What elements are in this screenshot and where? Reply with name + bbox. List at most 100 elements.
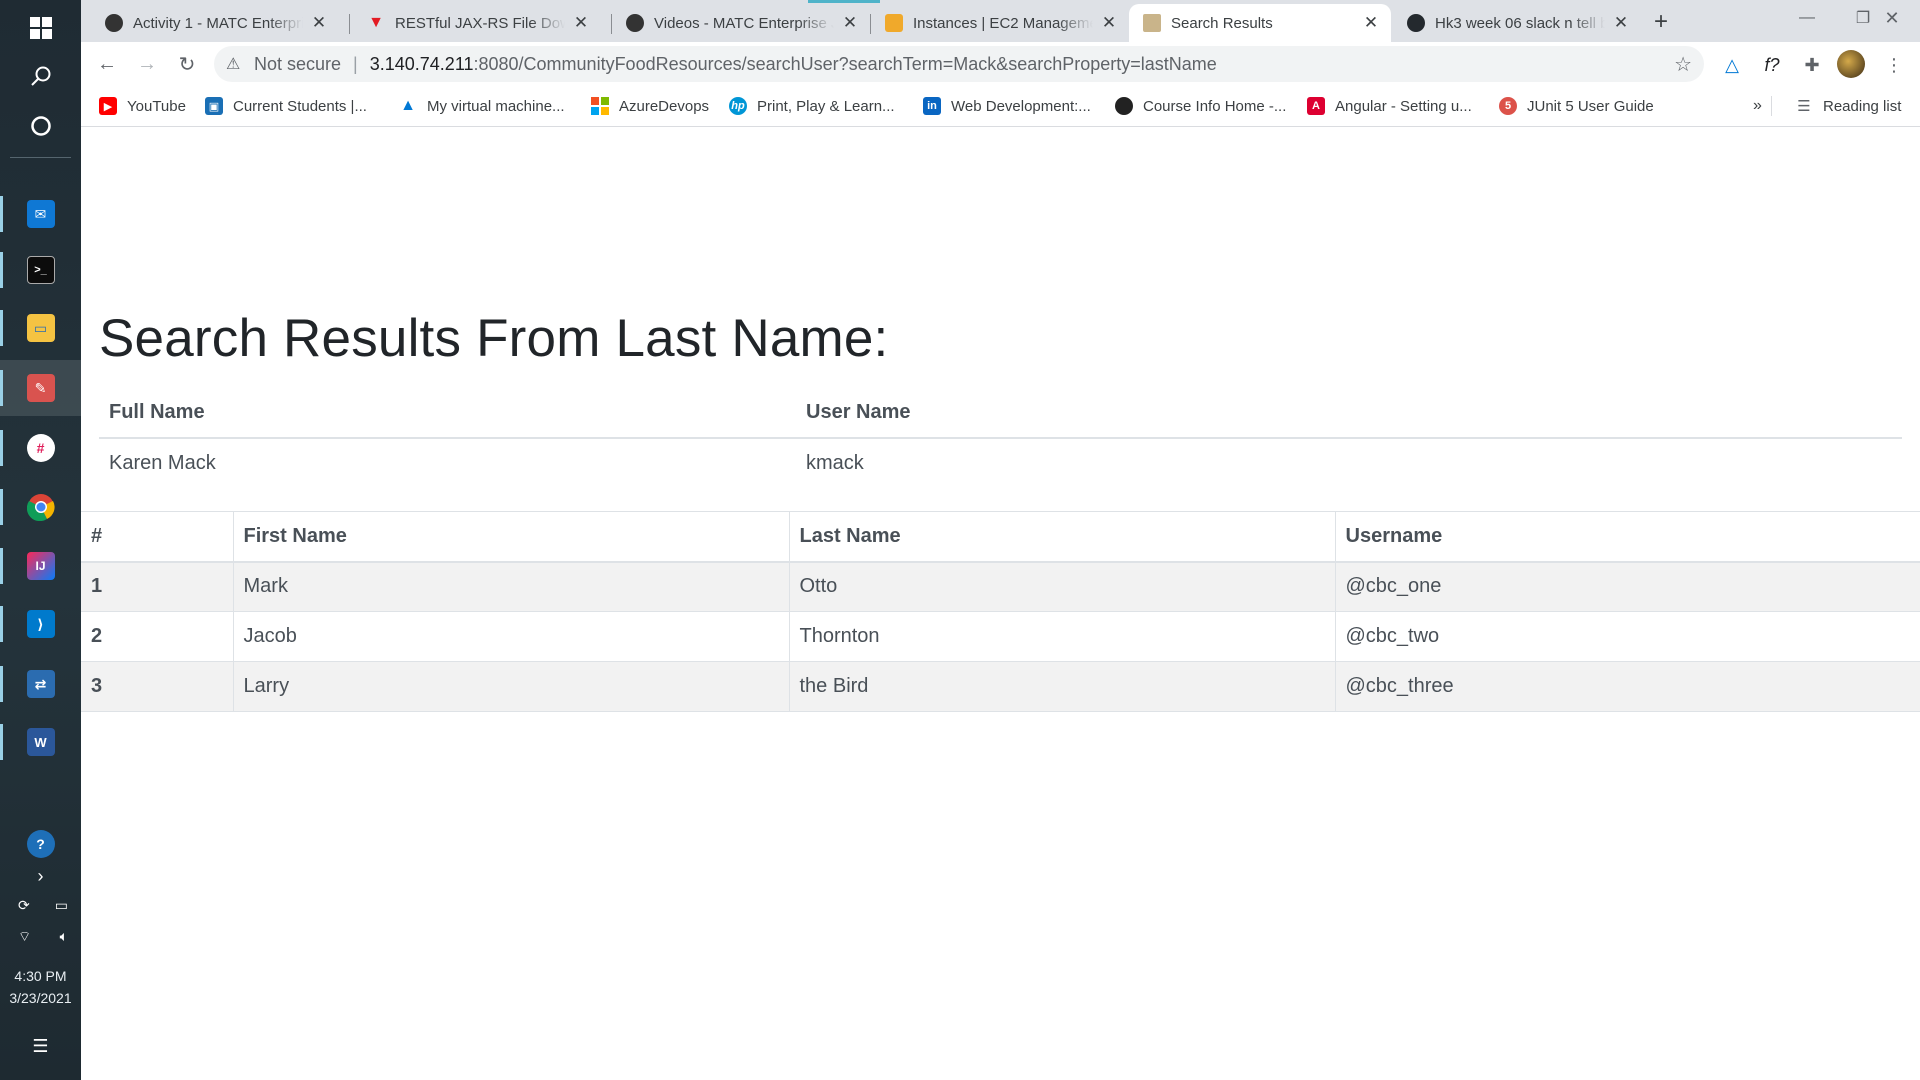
bookmark-current-students[interactable]: ▣ Current Students |... — [205, 94, 367, 118]
table-row: 1 Mark Otto @cbc_one — [81, 561, 1920, 612]
bookmark-label: Web Development:... — [951, 97, 1091, 115]
bookmark-junit[interactable]: 5 JUnit 5 User Guide — [1499, 94, 1654, 118]
tab-title: Videos - MATC Enterprise Java — [654, 14, 834, 32]
battery-icon[interactable]: ▭ — [55, 897, 68, 914]
reading-list-button[interactable]: ☰ Reading list — [1795, 94, 1901, 118]
close-icon[interactable]: ✕ — [1099, 13, 1119, 33]
bookmark-youtube[interactable]: ▶ YouTube — [99, 94, 186, 118]
table-row: 2 Jacob Thornton @cbc_two — [81, 611, 1920, 662]
bookmark-linkedin[interactable]: in Web Development:... — [923, 94, 1091, 118]
vscode-icon[interactable]: ⟩ — [0, 596, 81, 652]
first-name-cell: Jacob — [232, 611, 790, 662]
slack-icon[interactable]: # — [0, 420, 81, 476]
back-button[interactable]: ← — [91, 48, 123, 80]
paint-icon[interactable]: ✎ — [0, 360, 81, 416]
reading-list-icon: ☰ — [1797, 98, 1811, 115]
browser-toolbar: ← → ↻ ⚠ Not secure | 3.140.74.211:8080/C… — [81, 42, 1920, 86]
menu-kebab-icon[interactable]: ⋮ — [1881, 52, 1907, 78]
github-icon — [1407, 14, 1425, 32]
bookmark-course-info[interactable]: Course Info Home -... — [1115, 94, 1286, 118]
vertex-icon: ▼ — [368, 14, 384, 31]
last-name-cell: the Bird — [788, 661, 1336, 712]
first-name-cell: Mark — [232, 561, 790, 612]
tab-ec2[interactable]: Instances | EC2 Management Console ✕ — [871, 4, 1129, 42]
reading-list-label: Reading list — [1823, 97, 1902, 115]
search-icon[interactable] — [0, 48, 81, 104]
address-bar[interactable]: ⚠ Not secure | 3.140.74.211:8080/Communi… — [214, 46, 1704, 82]
users-table: # First Name Last Name Username 1 Mark O… — [81, 511, 1920, 712]
wifi-icon[interactable]: ⌔ — [18, 928, 31, 946]
table-header-row: # First Name Last Name Username — [81, 511, 1920, 563]
tab-github[interactable]: Hk3 week 06 slack n tell by ✕ — [1393, 4, 1641, 42]
clock-date[interactable]: 3/23/2021 — [0, 990, 81, 1006]
minimize-button[interactable]: — — [1779, 0, 1835, 36]
tab-activity-1[interactable]: Activity 1 - MATC Enterprise Java ✕ — [91, 4, 339, 42]
bookmark-label: AzureDevops — [619, 97, 710, 115]
bookmark-virtual-machine[interactable]: ▲ My virtual machine... — [399, 94, 564, 118]
last-name-cell: Thornton — [788, 611, 1336, 662]
close-icon[interactable]: ✕ — [571, 13, 591, 33]
close-icon[interactable]: ✕ — [840, 13, 860, 33]
table-row: Karen Mack kmack — [99, 438, 1902, 488]
clock-time[interactable]: 4:30 PM — [0, 968, 81, 984]
row-number-cell: 2 — [81, 611, 234, 662]
terminal-icon[interactable]: >_ — [0, 242, 81, 298]
word-icon[interactable]: W — [0, 714, 81, 770]
bookmark-star-icon[interactable]: ☆ — [1674, 52, 1692, 77]
tab-restful[interactable]: ▼ RESTful JAX-RS File Download Example ✕ — [353, 4, 601, 42]
volume-icon[interactable]: 🔈︎ — [60, 928, 68, 946]
mail-icon[interactable]: ✉ — [0, 186, 81, 242]
tab-videos[interactable]: Videos - MATC Enterprise Java ✕ — [612, 4, 870, 42]
new-tab-button[interactable]: + — [1647, 8, 1675, 36]
tab-search-results[interactable]: Search Results ✕ — [1129, 4, 1391, 42]
tab-title: Activity 1 - MATC Enterprise Java — [133, 14, 303, 32]
username-cell: @cbc_one — [1334, 561, 1920, 612]
column-header-first-name: First Name — [232, 511, 790, 563]
close-window-button[interactable]: ✕ — [1864, 0, 1920, 36]
notifications-icon[interactable]: ☰ — [0, 1018, 81, 1074]
tab-title: Instances | EC2 Management Console — [913, 14, 1093, 32]
profile-avatar[interactable] — [1837, 50, 1865, 78]
azure-extension-icon[interactable]: △ — [1719, 52, 1745, 78]
search-result-table: Full Name User Name Karen Mack kmack — [99, 388, 1902, 488]
table-header-row: Full Name User Name — [99, 388, 1902, 439]
last-name-cell: Otto — [788, 561, 1336, 612]
reload-button[interactable]: ↻ — [171, 48, 203, 80]
bookmark-azuredevops[interactable]: AzureDevops — [591, 94, 709, 118]
bookmark-hp[interactable]: hp Print, Play & Learn... — [729, 94, 895, 118]
formula-extension-icon[interactable]: f? — [1759, 52, 1785, 78]
extensions-puzzle-icon[interactable]: ✚ — [1799, 52, 1825, 78]
full-name-cell: Karen Mack — [109, 452, 216, 474]
bookmark-label: Angular - Setting u... — [1335, 97, 1472, 115]
hp-icon: hp — [729, 97, 747, 115]
file-explorer-icon[interactable]: ▭ — [0, 300, 81, 356]
close-icon[interactable]: ✕ — [1611, 13, 1631, 33]
bookmark-label: YouTube — [127, 97, 186, 115]
username-cell: @cbc_two — [1334, 611, 1920, 662]
bookmark-angular[interactable]: A Angular - Setting u... — [1307, 94, 1472, 118]
students-icon: ▣ — [205, 97, 223, 115]
page-icon — [1143, 14, 1161, 32]
forward-button[interactable]: → — [131, 48, 163, 80]
remote-desktop-icon[interactable]: ⇄ — [0, 656, 81, 712]
security-status[interactable]: Not secure — [254, 54, 341, 75]
cortana-icon[interactable] — [0, 98, 81, 154]
bookmark-label: Current Students |... — [233, 97, 367, 115]
sync-icon[interactable]: ⟳ — [18, 897, 30, 914]
first-name-cell: Larry — [232, 661, 790, 712]
column-header-username: Username — [1334, 511, 1920, 563]
more-bookmarks-icon[interactable]: » — [1753, 94, 1762, 118]
azure-icon: ▲ — [400, 97, 416, 114]
intellij-icon[interactable]: IJ — [0, 538, 81, 594]
chrome-icon[interactable] — [0, 479, 81, 535]
matc-icon — [626, 14, 644, 32]
chevron-right-icon[interactable]: › — [0, 856, 81, 896]
warning-icon[interactable]: ⚠ — [226, 54, 248, 74]
close-icon[interactable]: ✕ — [1361, 13, 1381, 33]
tab-media-indicator — [808, 0, 880, 3]
windows-taskbar: ✉ >_ ▭ ✎ # IJ ⟩ ⇄ W ? › ⟳ ▭ ⌔ 🔈︎ 4:30 PM… — [0, 0, 81, 1080]
close-icon[interactable]: ✕ — [309, 13, 329, 33]
url-host: 3.140.74.211 — [369, 53, 474, 74]
column-header-full-name: Full Name — [99, 388, 796, 439]
junit-icon: 5 — [1499, 97, 1517, 115]
